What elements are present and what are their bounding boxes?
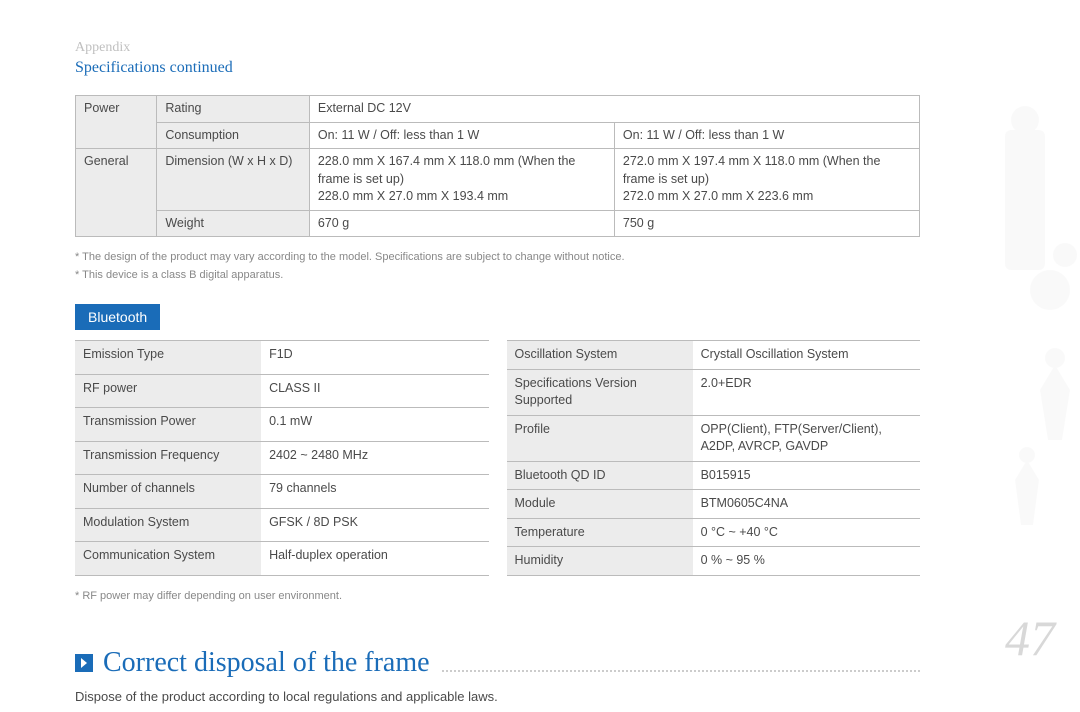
section-subtitle: Specifications continued xyxy=(75,59,920,77)
table-row: Weight 670 g 750 g xyxy=(76,210,920,237)
cell-general: General xyxy=(76,149,157,237)
table-row: Emission TypeF1D xyxy=(75,341,489,375)
specifications-table: Power Rating External DC 12V Consumption… xyxy=(75,95,920,237)
table-row: Communication SystemHalf-duplex operatio… xyxy=(75,542,489,576)
cell-rating-k: Rating xyxy=(157,96,310,123)
bluetooth-table-right: Oscillation SystemCrystall Oscillation S… xyxy=(507,340,921,576)
table-row: Consumption On: 11 W / Off: less than 1 … xyxy=(76,122,920,149)
cell-consumption-k: Consumption xyxy=(157,122,310,149)
table-row: Oscillation SystemCrystall Oscillation S… xyxy=(507,341,921,370)
table-row: Transmission Power0.1 mW xyxy=(75,408,489,442)
disposal-text: Dispose of the product according to loca… xyxy=(75,689,920,704)
cell-rating-v: External DC 12V xyxy=(309,96,919,123)
bluetooth-tables: Emission TypeF1D RF powerCLASS II Transm… xyxy=(75,340,920,576)
cell-weight-v2: 750 g xyxy=(614,210,919,237)
cell-consumption-v2: On: 11 W / Off: less than 1 W xyxy=(614,122,919,149)
disposal-heading-row: Correct disposal of the frame xyxy=(75,647,920,679)
note-text: * The design of the product may vary acc… xyxy=(75,249,920,267)
spec-notes: * The design of the product may vary acc… xyxy=(75,249,920,284)
cell-weight-k: Weight xyxy=(157,210,310,237)
table-row: Specifications Version Supported2.0+EDR xyxy=(507,369,921,415)
cell-dim-v2: 272.0 mm X 197.4 mm X 118.0 mm (When the… xyxy=(614,149,919,211)
table-row: Humidity0 % ~ 95 % xyxy=(507,547,921,576)
table-row: Transmission Frequency2402 ~ 2480 MHz xyxy=(75,441,489,475)
table-row: Number of channels79 channels xyxy=(75,475,489,509)
play-icon xyxy=(75,654,93,672)
dotted-rule xyxy=(442,670,920,672)
table-row: ModuleBTM0605C4NA xyxy=(507,490,921,519)
table-row: RF powerCLASS II xyxy=(75,374,489,408)
bt-notes: * RF power may differ depending on user … xyxy=(75,588,920,606)
cell-power: Power xyxy=(76,96,157,149)
table-row: ProfileOPP(Client), FTP(Server/Client), … xyxy=(507,415,921,461)
appendix-label: Appendix xyxy=(75,40,920,56)
note-text: * This device is a class B digital appar… xyxy=(75,267,920,285)
note-text: * RF power may differ depending on user … xyxy=(75,588,920,606)
table-row: Bluetooth QD IDB015915 xyxy=(507,461,921,490)
background-illustration xyxy=(950,90,1080,590)
table-row: Power Rating External DC 12V xyxy=(76,96,920,123)
table-row: Modulation SystemGFSK / 8D PSK xyxy=(75,508,489,542)
bluetooth-table-left: Emission TypeF1D RF powerCLASS II Transm… xyxy=(75,340,489,576)
table-row: Temperature0 °C ~ +40 °C xyxy=(507,518,921,547)
cell-consumption-v1: On: 11 W / Off: less than 1 W xyxy=(309,122,614,149)
disposal-heading: Correct disposal of the frame xyxy=(103,647,430,679)
bluetooth-badge: Bluetooth xyxy=(75,304,160,330)
cell-dim-v1: 228.0 mm X 167.4 mm X 118.0 mm (When the… xyxy=(309,149,614,211)
cell-dim-k: Dimension (W x H x D) xyxy=(157,149,310,211)
page-number: 47 xyxy=(1005,609,1055,667)
table-row: General Dimension (W x H x D) 228.0 mm X… xyxy=(76,149,920,211)
cell-weight-v1: 670 g xyxy=(309,210,614,237)
